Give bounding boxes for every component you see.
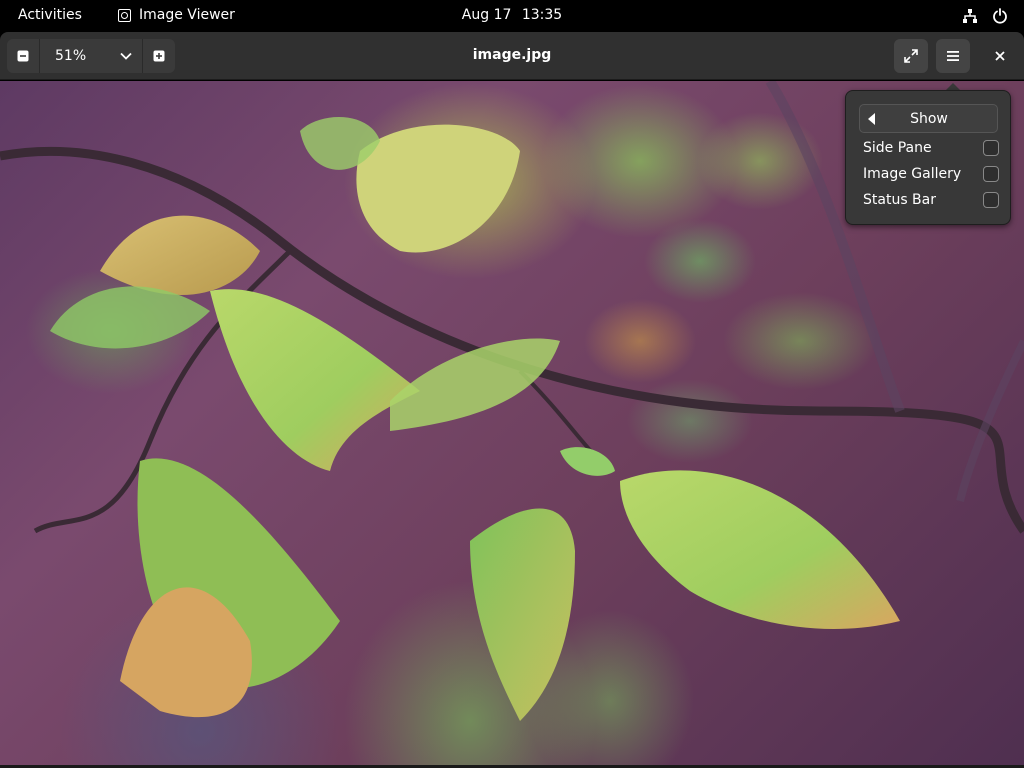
close-button[interactable] — [990, 46, 1010, 66]
main-menu-button[interactable] — [936, 39, 970, 73]
system-menu[interactable] — [962, 8, 1008, 28]
menu-item-label: Side Pane — [863, 140, 932, 156]
menu-item-label: Image Gallery — [863, 166, 962, 182]
power-icon — [992, 8, 1008, 28]
menu-item-image-gallery[interactable]: Image Gallery — [863, 163, 999, 185]
close-icon — [995, 51, 1005, 61]
show-submenu-header[interactable]: Show — [859, 104, 998, 133]
clock[interactable]: Aug 17 13:35 — [0, 7, 1024, 23]
hamburger-icon — [947, 51, 959, 61]
show-label: Show — [910, 110, 948, 127]
main-menu-popover: Show Side Pane Image Gallery Status Bar — [845, 90, 1011, 225]
network-icon — [962, 8, 978, 28]
fullscreen-icon — [904, 49, 918, 63]
top-bar: Activities Image Viewer Aug 17 13:35 — [0, 0, 1024, 32]
image-gallery-checkbox[interactable] — [983, 166, 999, 182]
status-bar-checkbox[interactable] — [983, 192, 999, 208]
menu-item-side-pane[interactable]: Side Pane — [863, 137, 999, 159]
fullscreen-button[interactable] — [894, 39, 928, 73]
back-arrow-icon — [868, 112, 875, 125]
menu-item-label: Status Bar — [863, 192, 937, 208]
side-pane-checkbox[interactable] — [983, 140, 999, 156]
date-label: Aug 17 — [461, 7, 512, 23]
window-title: image.jpg — [472, 47, 552, 63]
time-label: 13:35 — [521, 7, 563, 23]
menu-item-status-bar[interactable]: Status Bar — [863, 189, 999, 211]
